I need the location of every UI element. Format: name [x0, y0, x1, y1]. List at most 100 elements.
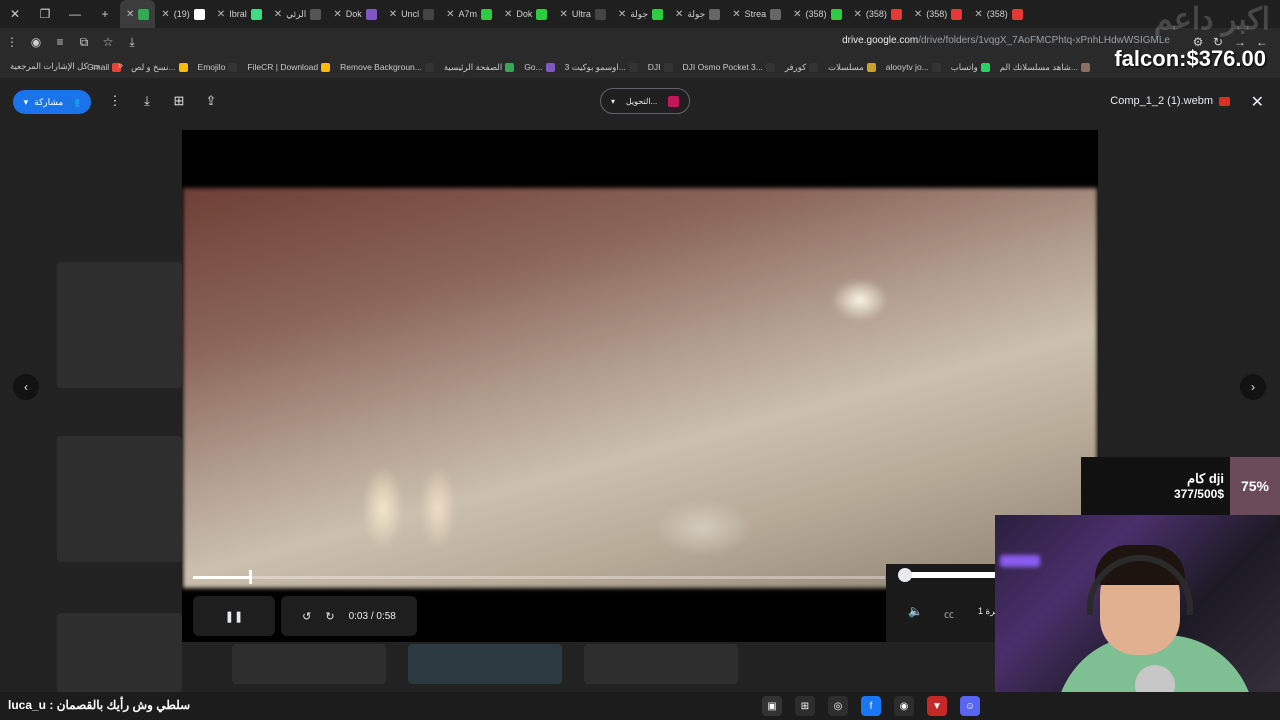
- bookmark-item[interactable]: نسخ و لص...: [131, 62, 188, 73]
- tab[interactable]: ✕ الرئي: [268, 0, 328, 28]
- tab[interactable]: ✕ جولة: [669, 0, 726, 28]
- volume-slider[interactable]: [904, 572, 1004, 578]
- extensions-puzzle-icon[interactable]: ⧉: [72, 30, 96, 54]
- more-actions-icon[interactable]: ⋮: [106, 92, 124, 110]
- volume-handle[interactable]: [898, 568, 912, 582]
- play-pause-button[interactable]: ❚❚: [193, 596, 275, 636]
- tab-favicon-icon: [652, 8, 664, 20]
- store-icon[interactable]: ⊞: [795, 696, 815, 716]
- forward-10-icon[interactable]: ↻: [325, 610, 334, 623]
- tab[interactable]: ✕ (358): [787, 0, 847, 28]
- media-app-icon[interactable]: ▼: [927, 696, 947, 716]
- discord-icon[interactable]: ☺: [960, 696, 980, 716]
- seek-bar[interactable]: [193, 570, 885, 584]
- tab[interactable]: ✕ Ultra: [553, 0, 611, 28]
- camera-app-icon[interactable]: ▣: [762, 696, 782, 716]
- add-shortcut-icon[interactable]: ⊞: [170, 92, 188, 110]
- tab[interactable]: ✕ Dok: [498, 0, 553, 28]
- rewind-10-icon[interactable]: ↺: [302, 610, 311, 623]
- install-app-icon[interactable]: ⤓: [120, 30, 144, 54]
- bookmark-item[interactable]: مسلسلات: [828, 62, 876, 73]
- tab[interactable]: ✕ (19): [155, 0, 210, 28]
- close-tab-icon[interactable]: ✕: [274, 9, 282, 20]
- close-preview-icon[interactable]: ✕: [1251, 92, 1264, 112]
- bookmark-favicon-icon: [980, 62, 990, 72]
- bookmark-item[interactable]: واتساب: [951, 62, 990, 73]
- bookmarks-overflow-icon[interactable]: »: [118, 60, 123, 70]
- tab[interactable]: ✕ (358): [968, 0, 1028, 28]
- close-tab-icon[interactable]: ✕: [161, 9, 169, 20]
- close-tab-icon[interactable]: ✕: [675, 9, 683, 20]
- bookmark-item[interactable]: DJI Osmo Pocket 3...: [683, 62, 775, 72]
- tab[interactable]: ✕ (358): [848, 0, 908, 28]
- new-tab-button[interactable]: +: [90, 0, 120, 28]
- tab[interactable]: ✕ Ibral: [211, 0, 268, 28]
- tab[interactable]: ✕ Strea: [726, 0, 787, 28]
- close-tab-icon[interactable]: ✕: [854, 9, 862, 20]
- bookmark-item[interactable]: FileCR | Download: [247, 62, 331, 72]
- obs-icon[interactable]: ◎: [828, 696, 848, 716]
- chrome-icon[interactable]: ◉: [894, 696, 914, 716]
- bookmark-item[interactable]: Emojilo: [198, 62, 238, 72]
- restore-window-icon[interactable]: ❐: [30, 0, 60, 28]
- close-tab-icon[interactable]: ✕: [126, 9, 134, 20]
- tab[interactable]: ✕ جولة: [612, 0, 669, 28]
- menu-icon[interactable]: ⋮: [0, 30, 24, 54]
- open-with-dropdown[interactable]: ▾ التحويل...: [600, 88, 690, 114]
- video-frame[interactable]: [183, 188, 1097, 588]
- extension-icon[interactable]: ◉: [24, 30, 48, 54]
- bookmark-item[interactable]: كورفر: [785, 62, 819, 73]
- facebook-icon[interactable]: f: [861, 696, 881, 716]
- all-bookmarks-button[interactable]: كل الإشارات المرجعية ▭: [10, 61, 100, 72]
- video-player[interactable]: ❚❚ ↺ ↻ 0:03 / 0:58 🔈 ㏄ 1 مرة: [182, 130, 1098, 642]
- close-tab-icon[interactable]: ✕: [732, 9, 740, 20]
- tab-label: Uncl: [401, 9, 420, 19]
- tab[interactable]: ✕ Dok: [327, 0, 382, 28]
- close-tab-icon[interactable]: ✕: [559, 9, 567, 20]
- close-tab-icon[interactable]: ✕: [446, 9, 454, 20]
- close-window-icon[interactable]: ✕: [0, 0, 30, 28]
- address-bar: ⋮ ◉ ≡ ⧉ ☆ ⤓ drive.google.com/drive/folde…: [0, 28, 1280, 56]
- share-button[interactable]: ▾ مشاركة 👥: [13, 90, 91, 114]
- file-thumb: [584, 644, 738, 684]
- bookmark-star-icon[interactable]: ☆: [96, 30, 120, 54]
- close-tab-icon[interactable]: ✕: [217, 9, 225, 20]
- minimize-window-icon[interactable]: —: [60, 0, 90, 28]
- next-file-button[interactable]: ›: [1240, 374, 1266, 400]
- tab[interactable]: ✕ Uncl: [383, 0, 440, 28]
- tab[interactable]: ✕ (358): [908, 0, 968, 28]
- download-icon[interactable]: ⤓: [138, 92, 156, 110]
- close-tab-icon[interactable]: ✕: [504, 9, 512, 20]
- url-field[interactable]: drive.google.com/drive/folders/1vqgX_7Ao…: [842, 35, 1170, 46]
- close-tab-icon[interactable]: ✕: [389, 9, 397, 20]
- bookmark-item[interactable]: Go...: [524, 62, 555, 72]
- move-to-folder-icon[interactable]: ⇪: [202, 92, 220, 110]
- tab-favicon-icon: [830, 8, 842, 20]
- tab-favicon-icon: [890, 8, 902, 20]
- previous-file-button[interactable]: ‹: [13, 374, 39, 400]
- playback-controls: ↺ ↻ 0:03 / 0:58: [281, 596, 417, 636]
- tab-active-drive[interactable]: ✕: [120, 0, 156, 28]
- volume-icon[interactable]: 🔈: [908, 604, 923, 618]
- close-tab-icon[interactable]: ✕: [333, 9, 341, 20]
- donation-goal-amount: 377/500$: [1173, 487, 1224, 501]
- close-tab-icon[interactable]: ✕: [793, 9, 801, 20]
- bookmark-item[interactable]: Remove Backgroun...: [340, 62, 434, 72]
- bookmark-item[interactable]: اوسمو بوكيت 3...: [565, 62, 638, 73]
- captions-icon[interactable]: ㏄: [944, 606, 954, 621]
- chat-caption: luca_u : سلطي وش رأيك بالقصمان: [8, 698, 191, 712]
- close-tab-icon[interactable]: ✕: [974, 9, 982, 20]
- seek-handle[interactable]: [249, 570, 253, 584]
- bookmark-item[interactable]: alooytv jo...: [886, 62, 941, 72]
- tab-favicon-icon: [365, 8, 377, 20]
- bookmark-label: FileCR | Download: [247, 62, 319, 72]
- bookmark-item[interactable]: DJI: [648, 62, 673, 72]
- tab[interactable]: ✕ A7m: [440, 0, 498, 28]
- close-tab-icon[interactable]: ✕: [618, 9, 626, 20]
- url-path: /drive/folders/1vqgX_7AoFMCPhtq-xPnhLHdw…: [918, 35, 1170, 46]
- bookmarks-bar: Gmail نسخ و لص... Emojilo FileCR | Download…: [0, 56, 1280, 78]
- close-tab-icon[interactable]: ✕: [914, 9, 922, 20]
- bookmark-item[interactable]: شاهد مسلسلاتك الم...: [1000, 62, 1090, 73]
- media-control-icon[interactable]: ≡: [48, 30, 72, 54]
- bookmark-item[interactable]: الصفحة الرئيسية: [444, 62, 515, 73]
